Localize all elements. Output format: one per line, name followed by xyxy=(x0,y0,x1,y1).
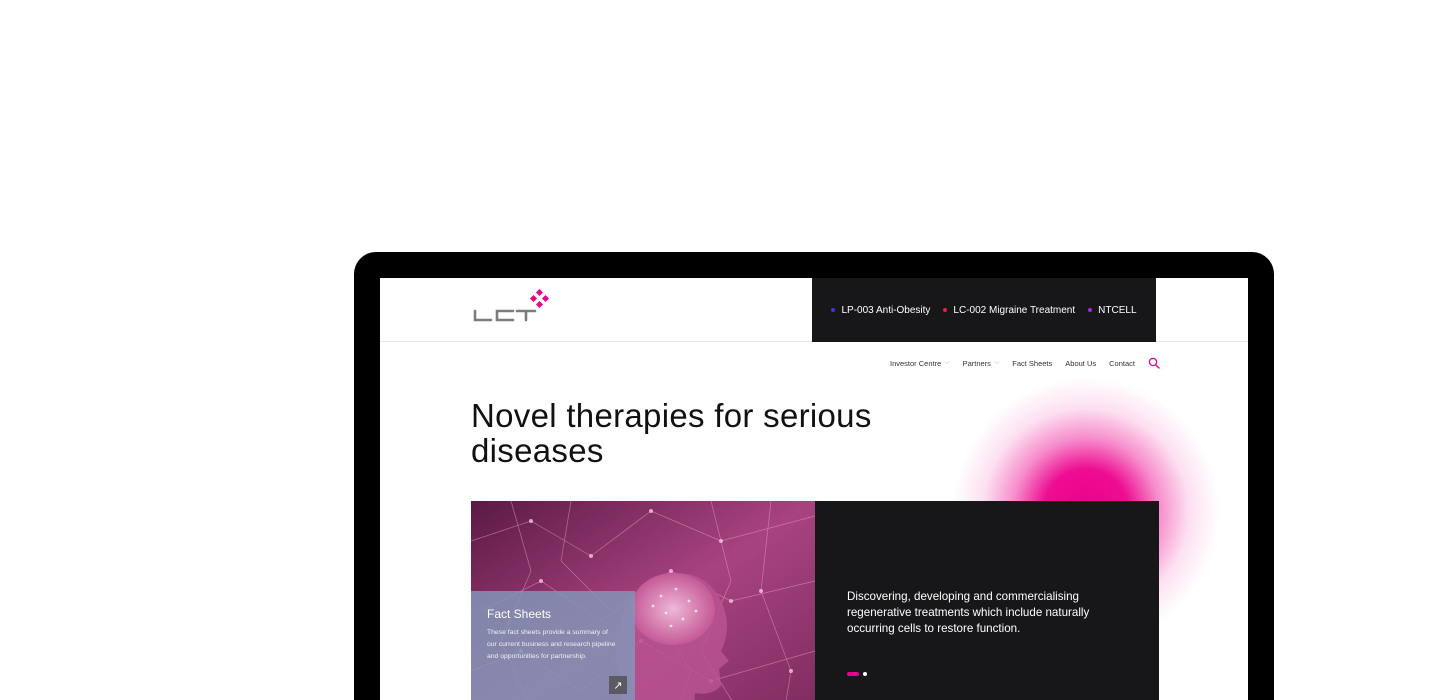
hero-section: Fact Sheets These fact sheets provide a … xyxy=(471,501,1159,700)
pipeline-label: LC-002 Migraine Treatment xyxy=(953,304,1076,316)
page-headline: Novel therapies for serious diseases xyxy=(471,397,872,469)
pipeline-item-lc002[interactable]: LC-002 Migraine Treatment xyxy=(943,305,1075,316)
pipeline-item-lp003[interactable]: LP-003 Anti-Obesity xyxy=(831,305,930,316)
nav-partners[interactable]: Partners ⌵ xyxy=(963,359,1000,368)
carousel-dot[interactable] xyxy=(863,672,867,676)
arrow-up-right-icon[interactable]: ↗ xyxy=(609,676,627,694)
nav-label: About Us xyxy=(1065,358,1097,368)
carousel-dot-active[interactable] xyxy=(847,672,859,676)
main-nav: Investor Centre ⌵ Partners ⌵ Fact Sheets… xyxy=(890,357,1160,369)
search-icon[interactable] xyxy=(1148,357,1160,369)
nav-label: Partners xyxy=(962,358,991,368)
nav-label: Investor Centre xyxy=(889,358,942,368)
pipeline-dot-red xyxy=(943,308,948,312)
hero-tagline: Discovering, developing and commercialis… xyxy=(847,590,1090,635)
fact-card-title: Fact Sheets xyxy=(487,607,552,621)
fact-sheets-card[interactable]: Fact Sheets These fact sheets provide a … xyxy=(471,591,635,700)
pipeline-dot-blue xyxy=(831,308,836,312)
nav-investor-centre[interactable]: Investor Centre ⌵ xyxy=(890,359,950,368)
pipeline-label: LP-003 Anti-Obesity xyxy=(841,304,931,316)
nav-label: Contact xyxy=(1109,358,1135,368)
carousel-indicators xyxy=(847,672,867,676)
nav-contact[interactable]: Contact xyxy=(1109,359,1135,368)
pipeline-item-ntcell[interactable]: NTCELL xyxy=(1088,304,1137,316)
fact-card-description: These fact sheets provide a summary of o… xyxy=(487,629,616,660)
brain-network-image: Fact Sheets These fact sheets provide a … xyxy=(471,501,815,700)
chevron-down-icon: ⌵ xyxy=(944,359,950,366)
website-screen: LP-003 Anti-Obesity LC-002 Migraine Trea… xyxy=(380,278,1248,700)
nav-about-us[interactable]: About Us xyxy=(1065,359,1096,368)
nav-label: Fact Sheets xyxy=(1012,358,1053,368)
pipeline-dot-purple xyxy=(1088,308,1093,312)
site-header: LP-003 Anti-Obesity LC-002 Migraine Trea… xyxy=(380,278,1248,342)
hero-text-panel: Discovering, developing and commercialis… xyxy=(815,501,1159,700)
lct-logo[interactable] xyxy=(473,289,553,325)
pipeline-label: NTCELL xyxy=(1098,304,1137,316)
pipeline-bar: LP-003 Anti-Obesity LC-002 Migraine Trea… xyxy=(812,278,1156,342)
chevron-down-icon: ⌵ xyxy=(993,359,1000,366)
nav-fact-sheets[interactable]: Fact Sheets xyxy=(1012,359,1052,368)
laptop-frame: LP-003 Anti-Obesity LC-002 Migraine Trea… xyxy=(354,252,1274,700)
